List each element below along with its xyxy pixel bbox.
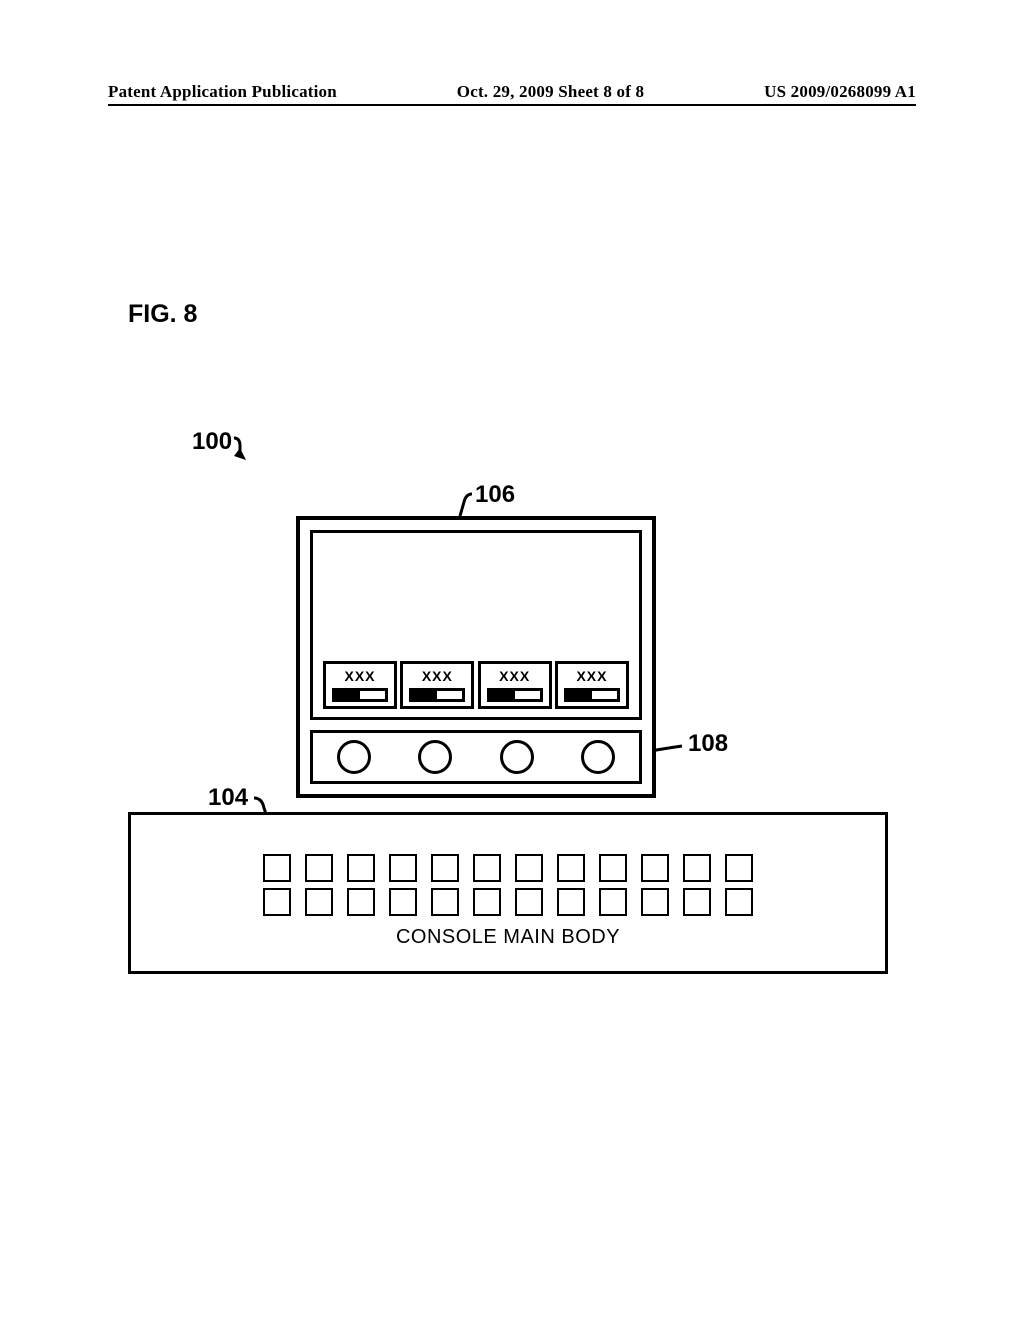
console-key bbox=[389, 888, 417, 916]
page-header: Patent Application Publication Oct. 29, … bbox=[108, 82, 916, 102]
console-key bbox=[641, 854, 669, 882]
console-key bbox=[557, 854, 585, 882]
console-key bbox=[641, 888, 669, 916]
console-key bbox=[557, 888, 585, 916]
screen-slot: XXX bbox=[478, 661, 552, 709]
console-key bbox=[263, 888, 291, 916]
console-key bbox=[347, 888, 375, 916]
monitor-unit: XXX XXX XXX XXX bbox=[296, 516, 656, 798]
console-key bbox=[431, 854, 459, 882]
console-body: CONSOLE MAIN BODY bbox=[128, 812, 888, 974]
console-key bbox=[515, 888, 543, 916]
slot-label: XXX bbox=[499, 668, 530, 684]
slot-bar bbox=[332, 688, 388, 702]
console-key bbox=[599, 888, 627, 916]
figure-label: FIG. 8 bbox=[128, 300, 197, 329]
header-right: US 2009/0268099 A1 bbox=[764, 82, 916, 102]
screen-slot: XXX bbox=[555, 661, 629, 709]
screen-slot: XXX bbox=[400, 661, 474, 709]
console-key bbox=[473, 888, 501, 916]
slot-label: XXX bbox=[422, 668, 453, 684]
header-rule bbox=[108, 104, 916, 106]
knob bbox=[337, 740, 371, 774]
console-key-row bbox=[263, 854, 753, 882]
knob bbox=[500, 740, 534, 774]
slot-bar bbox=[564, 688, 620, 702]
page-root: Patent Application Publication Oct. 29, … bbox=[0, 0, 1024, 1320]
header-left: Patent Application Publication bbox=[108, 82, 337, 102]
screen-slot: XXX bbox=[323, 661, 397, 709]
console-key-row bbox=[263, 888, 753, 916]
console-key bbox=[473, 854, 501, 882]
console-key bbox=[347, 854, 375, 882]
knob-row bbox=[310, 730, 642, 784]
knob bbox=[581, 740, 615, 774]
console-key bbox=[263, 854, 291, 882]
slot-bar bbox=[409, 688, 465, 702]
console-key bbox=[725, 888, 753, 916]
console-label: CONSOLE MAIN BODY bbox=[396, 926, 620, 949]
screen-area: XXX XXX XXX XXX bbox=[310, 530, 642, 720]
console-key bbox=[683, 854, 711, 882]
screen-slot-row: XXX XXX XXX XXX bbox=[323, 661, 629, 709]
slot-label: XXX bbox=[344, 668, 375, 684]
ref-104: 104 bbox=[208, 784, 248, 812]
console-key bbox=[683, 888, 711, 916]
console-key bbox=[725, 854, 753, 882]
ref-108: 108 bbox=[688, 730, 728, 758]
console-key bbox=[431, 888, 459, 916]
console-key bbox=[305, 854, 333, 882]
ref-100: 100 bbox=[192, 428, 232, 456]
slot-bar bbox=[487, 688, 543, 702]
knob bbox=[418, 740, 452, 774]
console-key bbox=[599, 854, 627, 882]
slot-label: XXX bbox=[576, 668, 607, 684]
ref-106: 106 bbox=[475, 481, 515, 509]
console-key bbox=[305, 888, 333, 916]
header-center: Oct. 29, 2009 Sheet 8 of 8 bbox=[457, 82, 644, 102]
console-key bbox=[389, 854, 417, 882]
console-key bbox=[515, 854, 543, 882]
